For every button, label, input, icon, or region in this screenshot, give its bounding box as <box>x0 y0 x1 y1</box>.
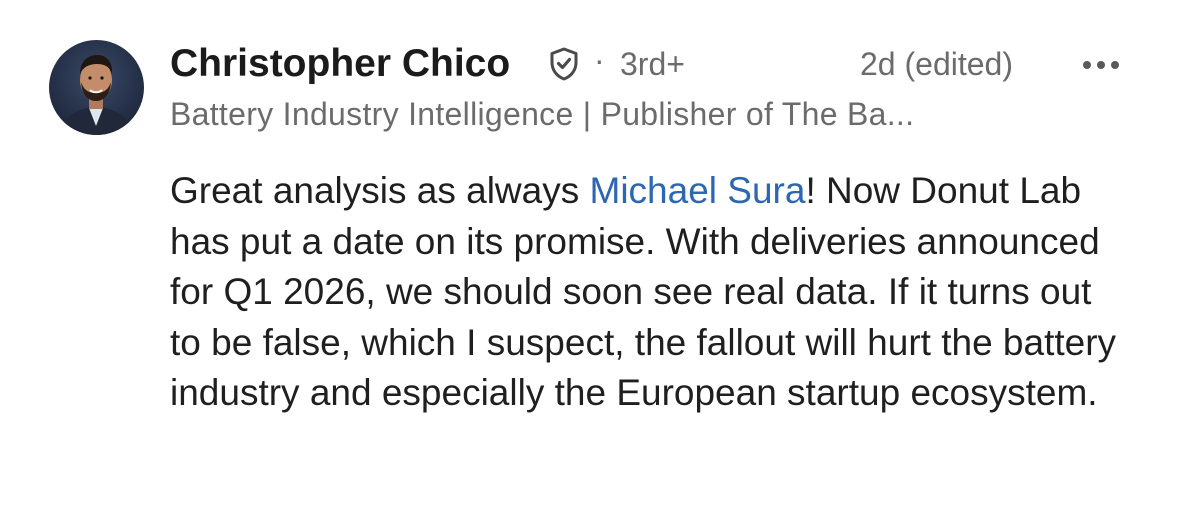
author-name[interactable]: Christopher Chico <box>170 42 510 86</box>
comment-card: Christopher Chico · 3rd+ 2d (edited) Bat… <box>0 0 1179 528</box>
comment-header: Christopher Chico · 3rd+ 2d (edited) <box>170 38 1130 90</box>
more-horizontal-icon <box>1083 61 1119 69</box>
avatar-portrait-icon <box>49 40 144 135</box>
shield-check-icon[interactable] <box>548 47 580 81</box>
comment-timestamp: 2d (edited) <box>860 46 1013 82</box>
comment-text: Great analysis as always Michael Sura! N… <box>170 166 1130 419</box>
mention-link[interactable]: Michael Sura <box>590 170 806 211</box>
avatar[interactable] <box>49 40 144 135</box>
comment-text-intro: Great analysis as always <box>170 170 590 211</box>
connection-degree: 3rd+ <box>620 46 685 82</box>
separator-dot: · <box>594 42 605 78</box>
more-options-button[interactable] <box>1078 44 1126 84</box>
author-headline: Battery Industry Intelligence | Publishe… <box>170 96 915 132</box>
